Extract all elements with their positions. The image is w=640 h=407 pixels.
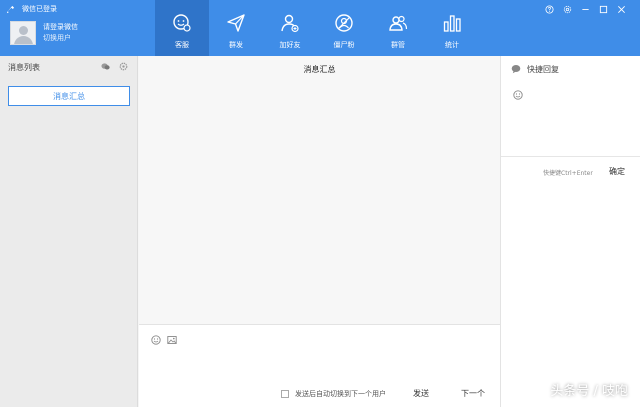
close-icon: [617, 5, 625, 13]
gear-icon[interactable]: [119, 62, 128, 71]
nav-broadcast[interactable]: 群发: [209, 0, 263, 56]
quick-reply-input[interactable]: 快捷键Ctrl+Enter 确定: [501, 84, 640, 177]
confirm-button[interactable]: 确定: [609, 166, 625, 177]
user-name[interactable]: 请登录微信: [43, 22, 78, 33]
help-icon: [544, 4, 554, 14]
image-icon[interactable]: [167, 335, 177, 345]
nav-group-manage[interactable]: 群管: [371, 0, 425, 56]
nav-label: 群管: [391, 41, 405, 49]
message-view: 消息汇总: [139, 56, 500, 324]
nav-label: 统计: [445, 41, 459, 49]
stats-icon: [443, 15, 461, 32]
message-list-title: 消息列表: [8, 62, 40, 72]
emoji-icon[interactable]: [151, 335, 161, 345]
auto-switch-row[interactable]: 发送后自动切换到下一个用户: [281, 389, 386, 399]
send-icon: [227, 14, 245, 32]
quick-reply-header: 快捷回复: [501, 56, 640, 82]
quick-reply-title: 快捷回复: [527, 64, 559, 74]
group-manage-icon: [389, 15, 408, 31]
settings-icon: [563, 5, 571, 13]
nav-label: 僵尸粉: [333, 41, 355, 49]
nav-label: 客服: [175, 41, 189, 49]
emoji-icon[interactable]: [513, 90, 523, 100]
settings-button[interactable]: [558, 3, 576, 15]
minimize-button[interactable]: [576, 3, 594, 15]
avatar[interactable]: [10, 21, 36, 45]
main-nav: 客服 群发 加好友 僵尸粉 群管 统计: [155, 0, 479, 56]
message-list-header: 消息列表: [0, 56, 137, 78]
divider: [501, 156, 640, 157]
watermark: 头条号 / 吱咆: [550, 384, 628, 399]
maximize-button[interactable]: [594, 3, 612, 15]
status-text: 微信已登录: [22, 5, 57, 13]
message-list-panel: 消息列表 消息汇总: [0, 56, 138, 407]
auto-switch-label[interactable]: 发送后自动切换到下一个用户: [295, 389, 386, 399]
window-controls: [540, 3, 630, 15]
nav-statistics[interactable]: 统计: [425, 0, 479, 56]
nav-label: 群发: [229, 41, 243, 49]
page-title: 消息汇总: [303, 65, 336, 74]
nav-zombie-fans[interactable]: 僵尸粉: [317, 0, 371, 56]
switch-user-link[interactable]: 切换用户: [43, 33, 78, 44]
nav-label: 加好友: [279, 41, 301, 49]
next-button[interactable]: 下一个: [453, 384, 493, 402]
login-status: 微信已登录: [6, 4, 57, 14]
speech-bubble-icon: [511, 65, 521, 74]
user-card[interactable]: 请登录微信 切换用户: [10, 21, 78, 45]
chat-icon: [173, 14, 191, 32]
wechat-filter-icon[interactable]: [101, 62, 110, 71]
auto-switch-checkbox[interactable]: [281, 390, 289, 398]
maximize-icon: [599, 5, 607, 13]
add-friend-icon: [281, 14, 299, 33]
shortcut-hint: 快捷键Ctrl+Enter: [543, 170, 593, 177]
compose-toolbar: [151, 335, 183, 345]
help-button[interactable]: [540, 3, 558, 15]
quick-reply-panel: 快捷回复 快捷键Ctrl+Enter 确定: [500, 56, 640, 407]
nav-add-friend[interactable]: 加好友: [263, 0, 317, 56]
zombie-fans-icon: [335, 14, 353, 32]
compose-area[interactable]: 发送后自动切换到下一个用户 发送 下一个: [139, 324, 500, 407]
top-header: 微信已登录 请登录微信 切换用户 客服 群发 加好友 僵尸粉 群管 统计: [0, 0, 640, 56]
send-button[interactable]: 发送: [401, 384, 441, 402]
wrench-icon: [6, 5, 15, 13]
nav-customer-service[interactable]: 客服: [155, 0, 209, 56]
message-summary-button[interactable]: 消息汇总: [8, 86, 130, 106]
minimize-icon: [581, 8, 589, 10]
close-button[interactable]: [612, 3, 630, 15]
